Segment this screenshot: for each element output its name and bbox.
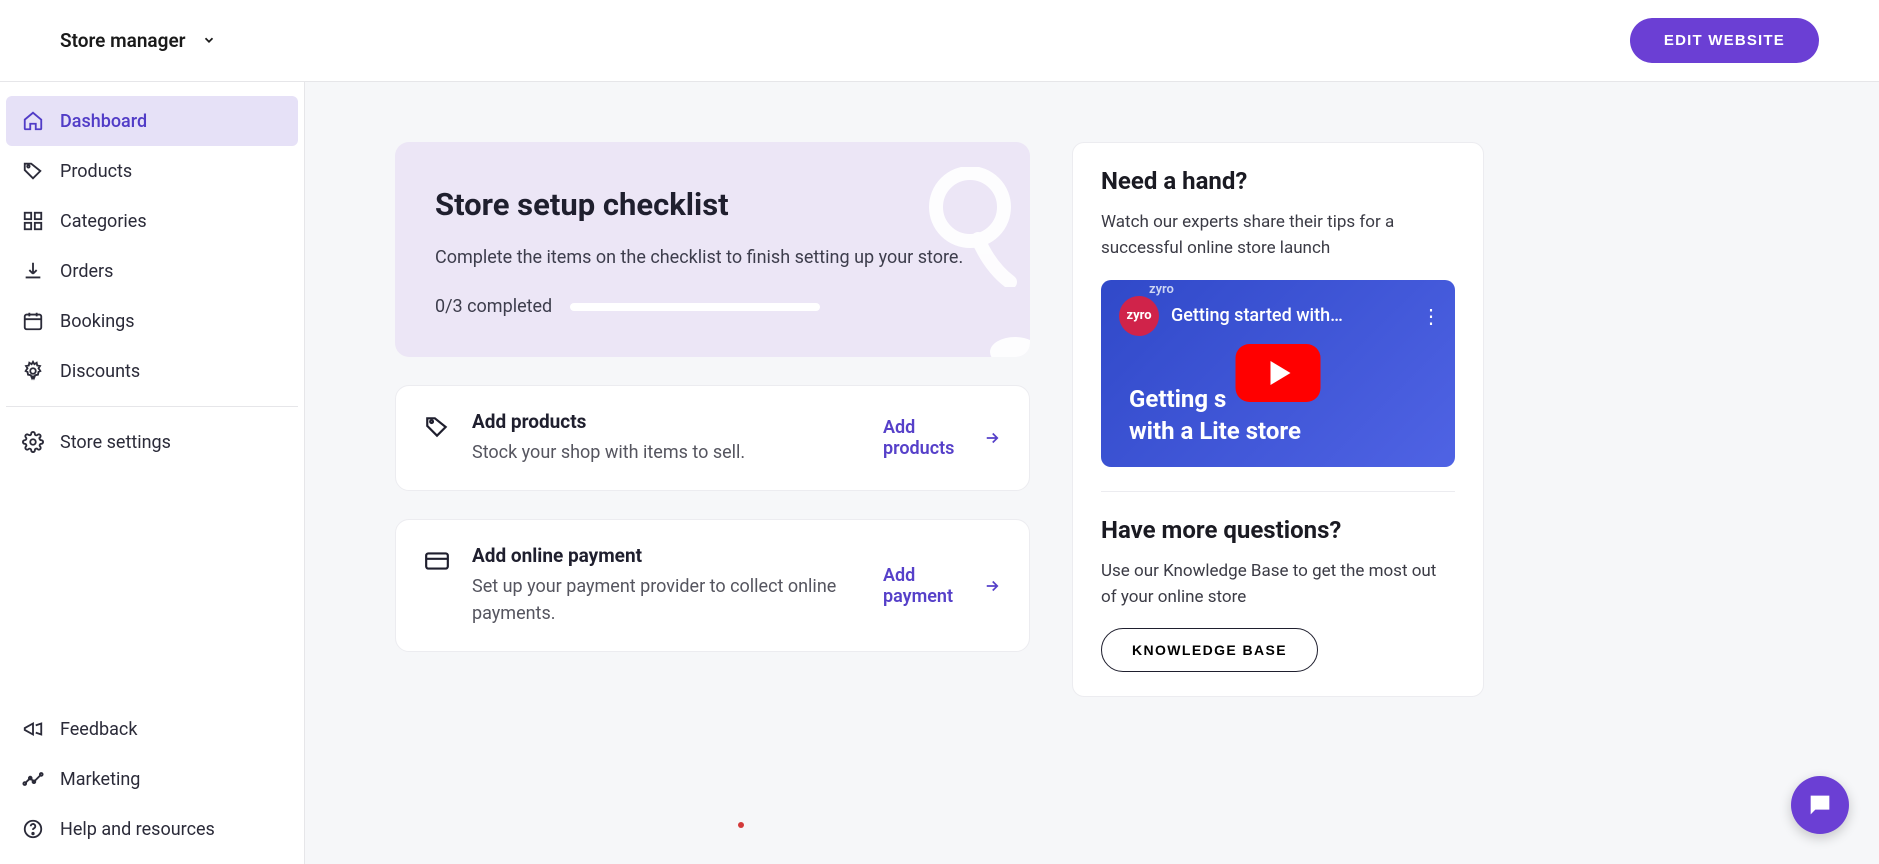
video-brand-badge: zyro — [1119, 296, 1159, 336]
main-content: Store setup checklist Complete the items… — [305, 82, 1879, 864]
help-video-thumbnail[interactable]: zyro zyro Getting started with… ⋮ Gettin… — [1101, 280, 1455, 467]
sidebar-item-discounts[interactable]: Discounts — [6, 346, 298, 396]
sidebar-item-label: Help and resources — [60, 819, 215, 840]
sidebar-item-store-settings[interactable]: Store settings — [6, 417, 298, 467]
banner-decoration-icon — [990, 337, 1030, 357]
sidebar-item-orders[interactable]: Orders — [6, 246, 298, 296]
header: Store manager EDIT WEBSITE — [0, 0, 1879, 82]
sidebar-item-label: Feedback — [60, 719, 137, 740]
task-card-add-products: Add products Stock your shop with items … — [395, 385, 1030, 491]
video-overlay-text: Getting s with a Lite store — [1129, 384, 1301, 446]
sidebar-item-label: Marketing — [60, 769, 140, 790]
checklist-title: Store setup checklist — [435, 186, 990, 223]
knowledge-base-button[interactable]: KNOWLEDGE BASE — [1101, 628, 1318, 672]
chevron-down-icon — [202, 29, 216, 52]
task-action-add-payment[interactable]: Add payment — [883, 565, 1001, 607]
megaphone-icon — [22, 718, 44, 740]
video-menu-icon[interactable]: ⋮ — [1421, 304, 1441, 328]
sidebar-item-help[interactable]: Help and resources — [6, 804, 298, 854]
arrow-right-icon — [983, 577, 1001, 595]
sidebar-item-label: Discounts — [60, 361, 140, 382]
video-title: Getting started with… — [1171, 305, 1409, 326]
chart-icon — [22, 768, 44, 790]
task-title: Add products — [472, 410, 861, 433]
sidebar-item-label: Store settings — [60, 432, 171, 453]
credit-card-icon — [424, 548, 450, 574]
sidebar-item-products[interactable]: Products — [6, 146, 298, 196]
arrow-right-icon — [983, 429, 1001, 447]
help-title: Need a hand? — [1101, 167, 1455, 195]
help-desc: Watch our experts share their tips for a… — [1101, 209, 1455, 262]
task-title: Add online payment — [472, 544, 861, 567]
settings-icon — [22, 431, 44, 453]
sidebar-item-label: Bookings — [60, 311, 135, 332]
store-selector[interactable]: Store manager — [60, 29, 216, 52]
store-selector-label: Store manager — [60, 29, 186, 52]
tag-icon — [22, 160, 44, 182]
sidebar-item-categories[interactable]: Categories — [6, 196, 298, 246]
task-action-label: Add payment — [883, 565, 973, 607]
sidebar-item-label: Orders — [60, 261, 113, 282]
edit-website-button[interactable]: EDIT WEBSITE — [1630, 18, 1819, 63]
sidebar-item-dashboard[interactable]: Dashboard — [6, 96, 298, 146]
checklist-subtitle: Complete the items on the checklist to f… — [435, 247, 990, 268]
task-card-add-payment: Add online payment Set up your payment p… — [395, 519, 1030, 652]
sidebar-item-feedback[interactable]: Feedback — [6, 704, 298, 754]
task-action-add-products[interactable]: Add products — [883, 417, 1001, 459]
sidebar: Dashboard Products Categories Orders — [0, 82, 305, 864]
chat-launcher-button[interactable] — [1791, 776, 1849, 834]
questions-title: Have more questions? — [1101, 516, 1455, 544]
task-desc: Set up your payment provider to collect … — [472, 573, 861, 627]
home-icon — [22, 110, 44, 132]
calendar-icon — [22, 310, 44, 332]
sidebar-item-label: Products — [60, 161, 132, 182]
help-icon — [22, 818, 44, 840]
questions-desc: Use our Knowledge Base to get the most o… — [1101, 558, 1455, 611]
video-brand-text: zyro — [1149, 282, 1174, 297]
checklist-progress-bar — [570, 303, 820, 311]
notification-dot-icon — [738, 822, 744, 828]
task-action-label: Add products — [883, 417, 973, 459]
tag-icon — [424, 414, 450, 440]
task-desc: Stock your shop with items to sell. — [472, 439, 861, 466]
banner-decoration-icon — [920, 167, 1020, 287]
divider — [1101, 491, 1455, 492]
chat-icon — [1806, 791, 1834, 819]
download-icon — [22, 260, 44, 282]
sidebar-item-label: Categories — [60, 211, 147, 232]
sidebar-item-bookings[interactable]: Bookings — [6, 296, 298, 346]
sidebar-item-label: Dashboard — [60, 111, 147, 132]
sidebar-item-marketing[interactable]: Marketing — [6, 754, 298, 804]
gear-icon — [22, 360, 44, 382]
checklist-progress-text: 0/3 completed — [435, 296, 552, 317]
help-panel: Need a hand? Watch our experts share the… — [1072, 142, 1484, 697]
grid-icon — [22, 210, 44, 232]
checklist-banner: Store setup checklist Complete the items… — [395, 142, 1030, 357]
